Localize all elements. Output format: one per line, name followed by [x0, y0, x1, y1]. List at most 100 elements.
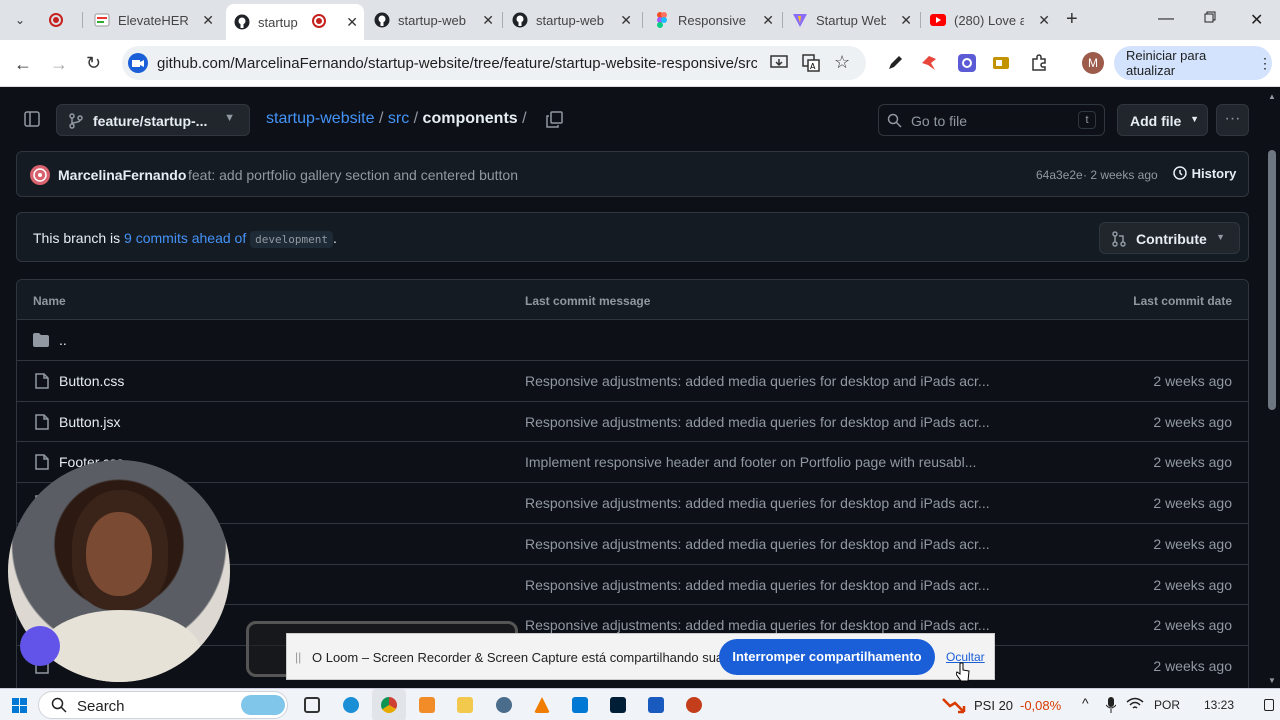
- photoshop-icon[interactable]: [610, 697, 626, 713]
- scroll-down-arrow[interactable]: ▼: [1268, 676, 1276, 685]
- address-bar[interactable]: github.com/MarcelinaFernando/startup-web…: [122, 46, 866, 80]
- base-branch-badge[interactable]: development: [250, 231, 333, 248]
- table-row[interactable]: Button.jsx Responsive adjustments: added …: [17, 401, 1248, 442]
- commit-author[interactable]: MarcelinaFernando: [58, 167, 186, 183]
- commits-ahead-link[interactable]: 9 commits ahead of: [124, 230, 246, 246]
- translate-icon[interactable]: A: [802, 54, 820, 77]
- more-options-button[interactable]: ···: [1216, 104, 1249, 136]
- commit-message-link[interactable]: Responsive adjustments: added media quer…: [525, 617, 990, 633]
- update-button[interactable]: Reiniciar para atualizar ⋮: [1114, 46, 1272, 80]
- stop-sharing-button[interactable]: Interromper compartilhamento: [719, 639, 935, 675]
- browser-tab-5[interactable]: startup-web ✕: [504, 6, 638, 34]
- forward-button[interactable]: →: [50, 54, 68, 75]
- breadcrumb-src-link[interactable]: src: [388, 110, 409, 127]
- powerpoint-icon[interactable]: [686, 697, 702, 713]
- add-file-button[interactable]: Add file ▼: [1117, 104, 1208, 136]
- browser-tab-8[interactable]: (280) Love at ✕: [922, 6, 1056, 34]
- commit-message-link[interactable]: Responsive adjustments: added media quer…: [525, 495, 990, 511]
- pen-extension-icon[interactable]: [886, 54, 904, 77]
- clock[interactable]: 13:23: [1204, 698, 1234, 712]
- cast-extension-icon[interactable]: [992, 54, 1010, 77]
- commit-message-link[interactable]: Responsive adjustments: added media quer…: [525, 536, 990, 552]
- copy-path-icon[interactable]: [546, 111, 564, 134]
- tab-search-button[interactable]: ⌄: [10, 10, 30, 30]
- browser-tab-3[interactable]: startup-v ✕: [226, 4, 364, 40]
- commit-message-link[interactable]: Responsive adjustments: added media quer…: [525, 373, 990, 389]
- minimize-button[interactable]: —: [1158, 10, 1174, 28]
- language-indicator[interactable]: POR: [1154, 698, 1180, 712]
- camera-app-icon[interactable]: [496, 697, 512, 713]
- commit-message[interactable]: feat: add portfolio gallery section and …: [188, 167, 518, 183]
- table-row[interactable]: Footer.css Implement responsive header an…: [17, 441, 1248, 482]
- loom-control-button[interactable]: [20, 626, 60, 666]
- drag-handle-icon[interactable]: ||: [295, 650, 301, 664]
- sublime-icon[interactable]: [419, 697, 435, 713]
- scrollbar-thumb[interactable]: [1268, 150, 1276, 410]
- history-link[interactable]: History: [1172, 166, 1236, 181]
- back-button[interactable]: ←: [14, 54, 32, 75]
- close-tab-icon[interactable]: ✕: [762, 12, 774, 29]
- gear-extension-icon[interactable]: [958, 54, 976, 77]
- browser-tab-7[interactable]: Startup Web ✕: [784, 6, 918, 34]
- more-menu-icon[interactable]: ⋮: [1258, 55, 1272, 72]
- browser-tab-1[interactable]: [40, 6, 80, 34]
- microphone-icon[interactable]: [1105, 697, 1117, 718]
- close-tab-icon[interactable]: ✕: [482, 12, 494, 29]
- header-message: Last commit message: [525, 294, 651, 308]
- close-window-button[interactable]: ✕: [1250, 10, 1263, 30]
- close-tab-icon[interactable]: ✕: [202, 12, 214, 29]
- commit-date: 2 weeks ago: [1153, 414, 1232, 430]
- edge-icon[interactable]: [343, 697, 359, 713]
- branch-selector[interactable]: feature/startup-... ▼: [56, 104, 250, 136]
- breadcrumb-repo-link[interactable]: startup-website: [266, 110, 375, 127]
- windows-start-icon[interactable]: [12, 698, 27, 718]
- word-icon[interactable]: [648, 697, 664, 713]
- restore-button[interactable]: [1204, 10, 1216, 28]
- avatar[interactable]: [30, 165, 50, 185]
- webcam-face: [86, 512, 152, 596]
- browser-tab-4[interactable]: startup-web ✕: [366, 6, 500, 34]
- bird-extension-icon[interactable]: [920, 54, 938, 77]
- close-tab-icon[interactable]: ✕: [900, 12, 912, 29]
- browser-tab-2[interactable]: ElevateHER ✕: [86, 6, 220, 34]
- close-tab-icon[interactable]: ✕: [620, 12, 632, 29]
- taskbar-search-box[interactable]: Search: [38, 691, 288, 719]
- page-scrollbar[interactable]: ▲ ▼: [1266, 92, 1278, 688]
- parent-directory-link[interactable]: ..: [59, 332, 67, 348]
- commit-message-link[interactable]: Responsive adjustments: added media quer…: [525, 577, 990, 593]
- sidebar-toggle-icon[interactable]: [24, 111, 40, 132]
- chevron-up-icon[interactable]: ^: [1082, 695, 1089, 711]
- screen-share-icon[interactable]: [128, 53, 148, 73]
- file-icon: [35, 454, 49, 475]
- close-tab-icon[interactable]: ✕: [1038, 12, 1050, 29]
- file-name-link[interactable]: Button.jsx: [59, 414, 120, 430]
- update-label: Reiniciar para atualizar: [1126, 48, 1207, 78]
- browser-tab-6[interactable]: Responsive ✕: [646, 6, 780, 34]
- parent-directory-row[interactable]: ..: [17, 319, 1248, 360]
- table-row[interactable]: Button.css Responsive adjustments: added …: [17, 360, 1248, 401]
- vscode-icon[interactable]: [572, 697, 588, 713]
- notifications-icon[interactable]: [1264, 699, 1274, 711]
- stock-name[interactable]: PSI 20: [974, 698, 1013, 713]
- go-to-file-input[interactable]: Go to file t: [878, 104, 1105, 136]
- scroll-up-arrow[interactable]: ▲: [1268, 92, 1276, 101]
- commit-date: 2 weeks ago: [1153, 577, 1232, 593]
- profile-avatar[interactable]: M: [1082, 52, 1104, 74]
- contribute-button[interactable]: Contribute ▼: [1099, 222, 1240, 254]
- close-tab-icon[interactable]: ✕: [346, 14, 358, 31]
- install-icon[interactable]: [770, 54, 788, 77]
- commit-message-link[interactable]: Implement responsive header and footer o…: [525, 454, 976, 470]
- task-view-icon[interactable]: [304, 697, 320, 713]
- puzzle-extensions-icon[interactable]: [1030, 54, 1048, 77]
- reload-button[interactable]: ↻: [86, 53, 101, 74]
- search-icon: [887, 113, 902, 133]
- commit-message-link[interactable]: Responsive adjustments: added media quer…: [525, 414, 990, 430]
- wifi-icon[interactable]: [1126, 697, 1144, 716]
- vite-icon: [792, 12, 808, 28]
- commit-sha[interactable]: 64a3e2e: [1036, 168, 1083, 182]
- vlc-icon[interactable]: [534, 697, 550, 713]
- file-name-link[interactable]: Button.css: [59, 373, 124, 389]
- file-explorer-icon[interactable]: [457, 697, 473, 713]
- new-tab-button[interactable]: +: [1066, 8, 1078, 31]
- bookmark-star-icon[interactable]: ☆: [834, 52, 850, 73]
